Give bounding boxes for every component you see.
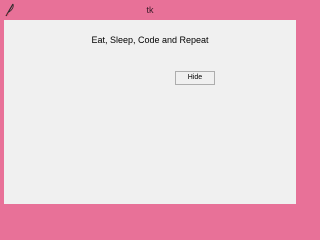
window-title: tk — [146, 5, 154, 15]
message-label: Eat, Sleep, Code and Repeat — [4, 34, 296, 46]
app-window: tk Eat, Sleep, Code and Repeat Hide — [0, 0, 300, 210]
hide-button[interactable]: Hide — [175, 71, 215, 85]
message-text: Eat, Sleep, Code and Repeat — [91, 35, 209, 45]
client-area: Eat, Sleep, Code and Repeat Hide — [4, 20, 296, 204]
title-bar[interactable]: tk — [0, 0, 300, 20]
